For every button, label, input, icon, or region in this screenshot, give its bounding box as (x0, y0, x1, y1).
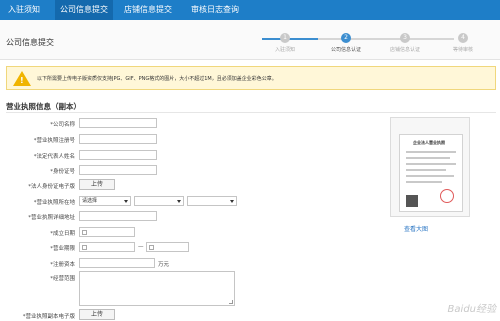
capital-label: *注册资本 (50, 262, 75, 268)
step-line (262, 38, 318, 40)
section-divider (6, 112, 496, 113)
progress-steps: 1 2 3 4 入驻须知 公司信息认证 店铺信息认证 等待审核 (0, 20, 500, 60)
capital-unit: 万元 (158, 262, 170, 268)
company-name-label: *公司名称 (50, 122, 75, 128)
scope-textarea[interactable] (79, 271, 235, 306)
resize-handle-icon[interactable] (229, 300, 233, 304)
notice-banner: ! 以下所需要上传电子版资质仅支持JPG、GIF、PNG格式的图片，大小不超过1… (6, 66, 496, 90)
view-large-link[interactable]: 查看大图 (404, 224, 428, 233)
qr-code-icon (406, 195, 418, 207)
address-input[interactable] (79, 211, 157, 221)
term-separator: — (138, 244, 144, 250)
license-line (406, 163, 456, 165)
location-label: *营业执照所在地 (33, 200, 75, 206)
chevron-down-icon (177, 200, 181, 203)
company-name-input[interactable] (79, 118, 157, 128)
id-upload-button[interactable]: 上传 (79, 179, 115, 190)
id-no-label: *身份证号 (50, 169, 75, 175)
step-3-label: 店铺信息认证 (389, 47, 420, 53)
province-select[interactable]: 请选择 (79, 196, 131, 206)
term-end-input[interactable] (146, 242, 189, 252)
term-start-input[interactable] (79, 242, 135, 252)
reg-no-label: *营业执照注册号 (33, 138, 75, 144)
license-line (406, 181, 442, 183)
step-2-dot: 2 (341, 33, 351, 43)
chevron-down-icon (230, 200, 234, 203)
calendar-icon (82, 230, 87, 235)
id-no-input[interactable] (79, 165, 157, 175)
reg-no-input[interactable] (79, 134, 157, 144)
tab-store-info[interactable]: 店铺信息提交 (118, 0, 178, 20)
chevron-down-icon (124, 200, 128, 203)
tab-audit-log[interactable]: 审核日志查询 (184, 0, 246, 20)
address-label: *营业执照详细地址 (28, 215, 75, 221)
license-upload-label: *营业执照副本电子版 (22, 314, 75, 320)
step-1-dot: 1 (280, 33, 290, 43)
founded-date-input[interactable] (79, 227, 135, 237)
calendar-icon (82, 245, 87, 250)
legal-rep-label: *法定代表人姓名 (33, 154, 75, 160)
warning-mark: ! (20, 76, 24, 85)
stamp-icon (440, 189, 454, 203)
notice-text: 以下所需要上传电子版资质仅支持JPG、GIF、PNG格式的图片，大小不超过1M，… (37, 76, 277, 82)
founded-label: *成立日期 (50, 231, 75, 237)
license-line (406, 175, 454, 177)
capital-input[interactable] (79, 258, 155, 268)
step-4-label: 等待审核 (452, 47, 473, 53)
tab-notice[interactable]: 入驻须知 (0, 0, 48, 20)
step-4-dot: 4 (458, 33, 468, 43)
step-3-dot: 3 (400, 33, 410, 43)
city-select[interactable] (134, 196, 184, 206)
license-title: 企业法人营业执照 (413, 140, 445, 145)
license-line (406, 151, 456, 153)
page-header: 公司信息提交 1 2 3 4 入驻须知 公司信息认证 店铺信息认证 等待审核 (0, 20, 500, 60)
license-line (406, 157, 450, 159)
top-nav: 入驻须知 公司信息提交 店铺信息提交 审核日志查询 (0, 0, 500, 20)
step-2-label: 公司信息认证 (330, 47, 361, 53)
province-select-value: 请选择 (82, 198, 98, 204)
id-upload-label: *法人身份证电子版 (28, 184, 75, 190)
calendar-icon (149, 245, 154, 250)
legal-rep-input[interactable] (79, 150, 157, 160)
scope-label: *经营范围 (50, 276, 75, 282)
section-title: 营业执照信息（副本） (6, 102, 81, 111)
license-upload-button[interactable]: 上传 (79, 309, 115, 320)
license-line (406, 169, 446, 171)
step-1-label: 入驻须知 (274, 47, 295, 53)
term-label: *营业期限 (50, 246, 75, 252)
tab-company-info[interactable]: 公司信息提交 (55, 0, 113, 20)
district-select[interactable] (187, 196, 237, 206)
license-sample-image: 企业法人营业执照 (399, 134, 463, 212)
step-line (318, 38, 454, 40)
license-preview[interactable]: 企业法人营业执照 (390, 117, 470, 217)
watermark: Baidu经验 (447, 304, 496, 315)
